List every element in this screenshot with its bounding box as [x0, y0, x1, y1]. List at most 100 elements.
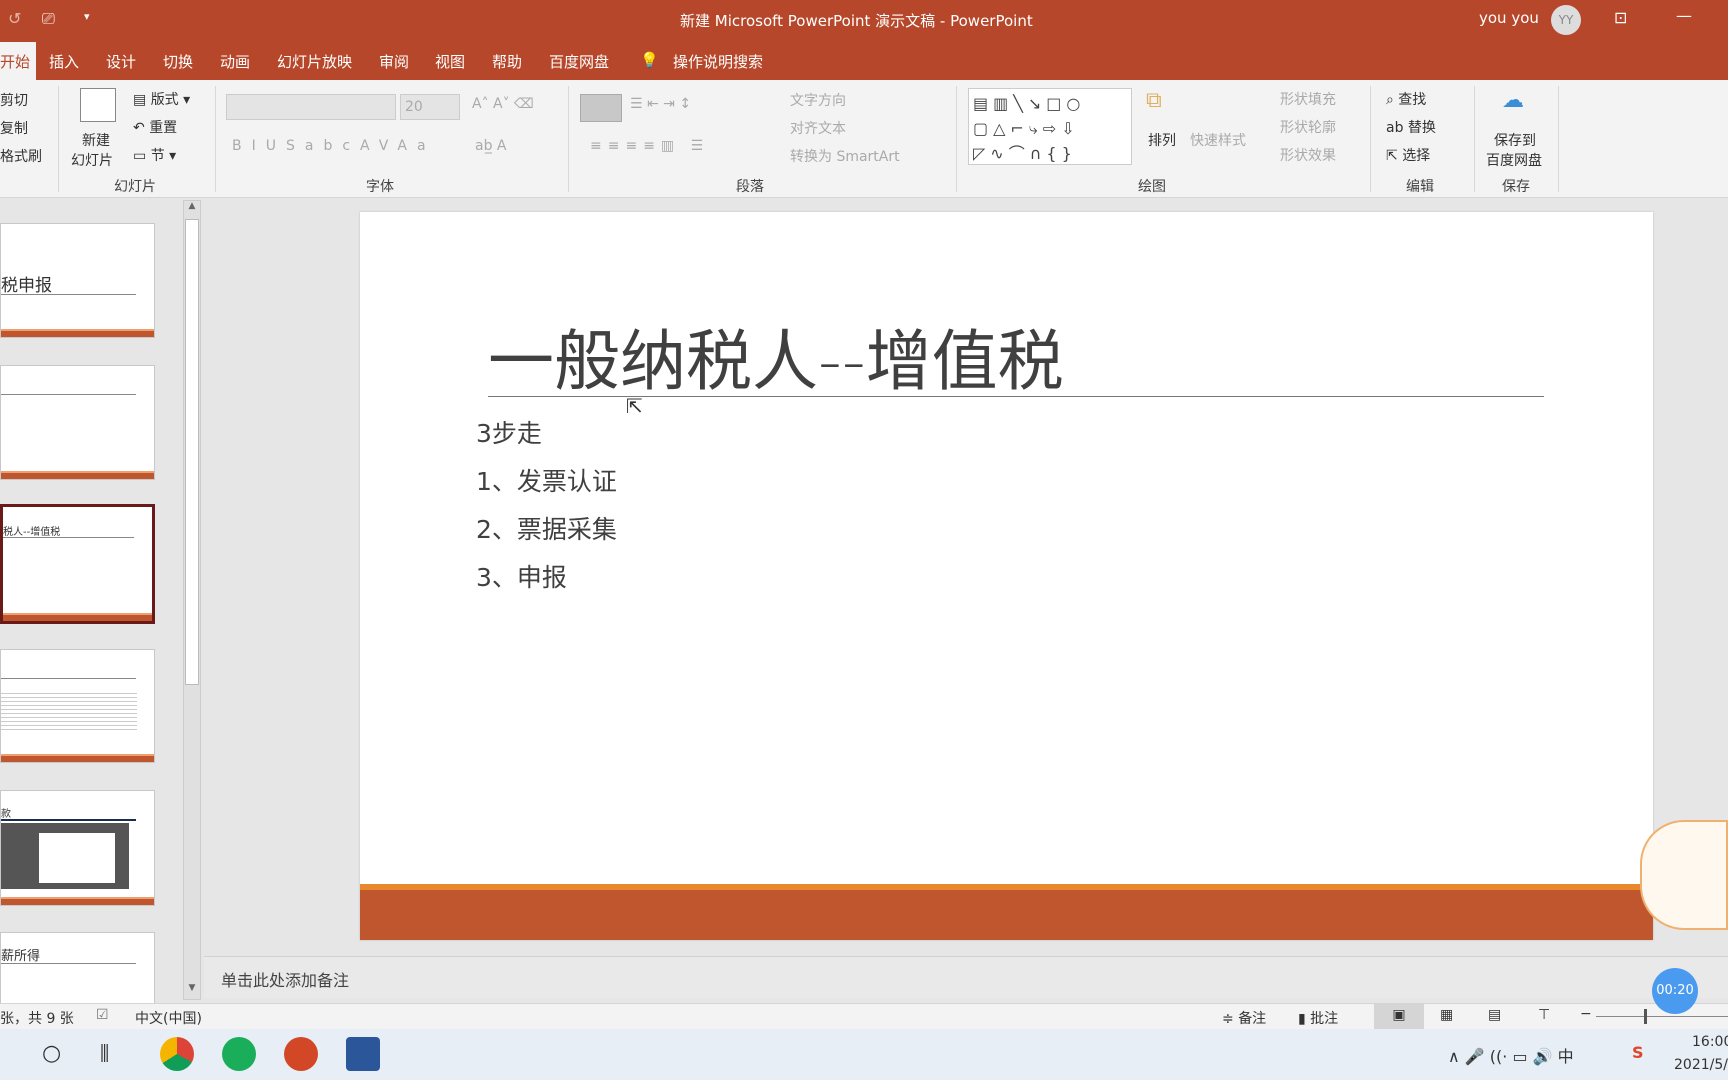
tell-me-search[interactable]: 操作说明搜索: [673, 51, 763, 72]
ribbon-display-options-icon[interactable]: ⊡: [1614, 8, 1627, 27]
group-label-editing: 编辑: [1406, 179, 1434, 195]
avatar[interactable]: YY: [1551, 5, 1581, 35]
tab-slideshow[interactable]: 幻灯片放映: [277, 51, 352, 72]
spellcheck-icon[interactable]: ☑: [96, 1007, 109, 1023]
thumbnail-slide-3[interactable]: 税人--增值税: [0, 504, 155, 624]
new-slide-icon[interactable]: [80, 88, 116, 122]
windows-taskbar: ○ ⫼ ∧ 🎤 ((· ▭ 🔊 中 S 16:00 2021/5/: [0, 1029, 1728, 1080]
thumbnail-slide-4[interactable]: [0, 649, 155, 763]
section-button[interactable]: ▭ 节 ▾: [133, 145, 176, 165]
align-buttons[interactable]: ≡≡≡≡▥ ☰: [590, 138, 709, 154]
align-text-button[interactable]: 对齐文本: [790, 118, 846, 138]
minimize-icon[interactable]: —: [1676, 6, 1692, 25]
undo-icon[interactable]: ↺: [8, 9, 21, 28]
select-button[interactable]: ⇱ 选择: [1386, 145, 1430, 165]
clock-date[interactable]: 2021/5/: [1674, 1057, 1728, 1073]
slide-accent-band: [360, 884, 1653, 940]
tab-help[interactable]: 帮助: [492, 51, 522, 72]
notes-pane[interactable]: 单击此处添加备注: [204, 956, 1728, 998]
slideshow-from-start-icon[interactable]: ⎚: [42, 9, 55, 29]
language[interactable]: 中文(中国): [135, 1008, 202, 1028]
slide-title[interactable]: 一般纳税人--增值税: [488, 308, 1064, 404]
thumbnail-slide-2[interactable]: [0, 365, 155, 480]
shape-fill-button[interactable]: 形状填充: [1280, 89, 1336, 109]
font-size-input[interactable]: 20: [400, 94, 460, 120]
text-direction-button[interactable]: 文字方向: [790, 90, 846, 110]
font-name-input[interactable]: [226, 94, 396, 120]
wechat-icon[interactable]: [222, 1037, 256, 1071]
tab-animations[interactable]: 动画: [220, 51, 250, 72]
slideshow-view-icon[interactable]: ⊤: [1538, 1007, 1550, 1023]
comments-toggle[interactable]: ▮ 批注: [1298, 1008, 1338, 1028]
new-slide-dropdown[interactable]: 幻灯片: [71, 150, 113, 170]
font-format-buttons[interactable]: BIUSabcAVAa: [232, 138, 436, 154]
scroll-up-icon[interactable]: ▲: [185, 201, 199, 217]
bullets-button[interactable]: [580, 94, 622, 122]
replace-button[interactable]: ab 替换: [1386, 117, 1436, 137]
quick-styles-button[interactable]: 快速样式: [1190, 130, 1246, 150]
format-painter-button[interactable]: 格式刷: [0, 146, 42, 166]
body-line: 1、发票认证: [476, 467, 617, 496]
slide-sorter-icon[interactable]: ▦: [1440, 1007, 1453, 1023]
thumbnail-slide-5[interactable]: 款: [0, 790, 155, 906]
numbering-indent-icons[interactable]: ☰ ⇤ ⇥ ↕: [630, 96, 691, 112]
tab-home[interactable]: 开始: [0, 42, 37, 80]
thumbnail-scrollbar[interactable]: ▲ ▼: [183, 200, 201, 1000]
layout-button[interactable]: ▤ 版式 ▾: [133, 89, 190, 109]
convert-smartart-button[interactable]: 转换为 SmartArt: [790, 146, 900, 166]
copy-button[interactable]: 复制: [0, 118, 28, 138]
grow-font-icon[interactable]: A˄ A˅ ⌫: [472, 96, 534, 112]
shape-outline-button[interactable]: 形状轮廓: [1280, 117, 1336, 137]
tab-transitions[interactable]: 切换: [163, 51, 193, 72]
comments-label: 批注: [1310, 1011, 1339, 1027]
zoom-slider[interactable]: [1596, 1016, 1728, 1017]
body-line: 3、申报: [476, 563, 567, 592]
notes-placeholder[interactable]: 单击此处添加备注: [221, 967, 349, 991]
thumbnail-slide-6[interactable]: 薪所得: [0, 932, 155, 1007]
tab-design[interactable]: 设计: [106, 51, 136, 72]
window-title: 新建 Microsoft PowerPoint 演示文稿 - PowerPoin…: [680, 12, 1033, 30]
tab-baidu[interactable]: 百度网盘: [549, 51, 609, 72]
scrollbar-thumb[interactable]: [185, 219, 199, 685]
zoom-out-icon[interactable]: −: [1580, 1006, 1592, 1022]
powerpoint-icon[interactable]: [284, 1037, 318, 1071]
arrange-button[interactable]: 排列: [1148, 130, 1176, 150]
notes-toggle[interactable]: ≑ 备注: [1222, 1008, 1266, 1028]
clock-time[interactable]: 16:00: [1692, 1034, 1728, 1050]
save-baidu-button[interactable]: 保存到: [1494, 130, 1536, 150]
chrome-icon[interactable]: [160, 1037, 194, 1071]
thumbnail-slide-1[interactable]: 税申报: [0, 223, 155, 338]
cut-button[interactable]: 剪切: [0, 90, 28, 110]
user-name[interactable]: you you: [1479, 9, 1539, 27]
reset-button[interactable]: ↶ 重置: [133, 117, 177, 137]
tray-icons[interactable]: ∧ 🎤 ((· ▭ 🔊 中: [1448, 1043, 1574, 1067]
zoom-slider-thumb[interactable]: [1644, 1009, 1647, 1024]
find-button[interactable]: ⌕ 查找: [1386, 89, 1426, 109]
cortana-icon[interactable]: ○: [42, 1041, 61, 1066]
slide-thumbnail-pane: 税申报 税人--增值税 款 薪所得: [0, 198, 204, 1007]
scroll-down-icon[interactable]: ▼: [185, 983, 199, 999]
shape-effects-button[interactable]: 形状效果: [1280, 145, 1336, 165]
slide-canvas[interactable]: 一般纳税人--增值税 3步走 1、发票认证 2、票据采集 3、申报 ⇱: [360, 212, 1653, 940]
tab-view[interactable]: 视图: [435, 51, 465, 72]
group-label-slides: 幻灯片: [114, 179, 156, 195]
new-slide-label[interactable]: 新建: [82, 130, 110, 150]
tab-insert[interactable]: 插入: [49, 51, 79, 72]
task-view-icon[interactable]: ⫼: [100, 1041, 109, 1065]
save-baidu-button-2[interactable]: 百度网盘: [1486, 150, 1542, 170]
normal-view-icon[interactable]: ▣: [1374, 1004, 1424, 1029]
notes-label: 备注: [1238, 1011, 1267, 1027]
lightbulb-icon: 💡: [640, 51, 659, 69]
font-color-icon[interactable]: ab̲ A: [475, 138, 507, 154]
customize-qat-icon[interactable]: ▾: [84, 10, 90, 23]
reading-view-icon[interactable]: ▤: [1488, 1007, 1501, 1023]
recording-timer[interactable]: 00:20: [1652, 968, 1698, 1014]
slide-body[interactable]: 3步走 1、发票认证 2、票据采集 3、申报: [476, 410, 617, 602]
body-line: 2、票据采集: [476, 515, 617, 544]
group-label-font: 字体: [366, 179, 394, 195]
thumb-title: 薪所得: [1, 949, 41, 964]
word-icon[interactable]: [346, 1037, 380, 1071]
tab-review[interactable]: 审阅: [379, 51, 409, 72]
shapes-gallery[interactable]: ▤▥╲↘□○ ▢△⌐⤷⇨⇩ ◸∿⌒∩{}: [968, 88, 1132, 165]
sogou-ime-icon[interactable]: S: [1632, 1043, 1644, 1062]
